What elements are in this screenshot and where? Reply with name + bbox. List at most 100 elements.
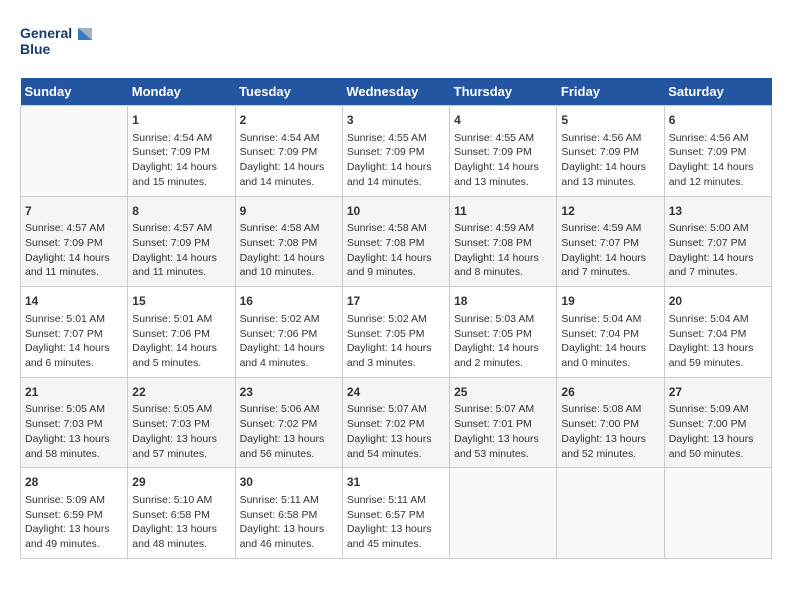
day-info: Daylight: 13 hours and 46 minutes. <box>240 523 325 550</box>
day-cell: 17Sunrise: 5:02 AMSunset: 7:05 PMDayligh… <box>342 287 449 378</box>
day-info: Sunset: 7:09 PM <box>669 146 747 158</box>
svg-text:Blue: Blue <box>20 41 51 57</box>
day-cell: 15Sunrise: 5:01 AMSunset: 7:06 PMDayligh… <box>128 287 235 378</box>
day-info: Sunrise: 5:10 AM <box>132 494 212 506</box>
header-cell-sunday: Sunday <box>21 78 128 106</box>
day-info: Sunrise: 4:59 AM <box>454 222 534 234</box>
day-info: Daylight: 13 hours and 56 minutes. <box>240 433 325 460</box>
day-info: Sunrise: 4:55 AM <box>347 132 427 144</box>
day-info: Sunrise: 5:09 AM <box>669 403 749 415</box>
day-info: Sunrise: 5:01 AM <box>25 313 105 325</box>
day-cell: 12Sunrise: 4:59 AMSunset: 7:07 PMDayligh… <box>557 196 664 287</box>
day-info: Sunset: 7:05 PM <box>347 328 425 340</box>
day-info: Sunrise: 5:01 AM <box>132 313 212 325</box>
day-info: Daylight: 14 hours and 8 minutes. <box>454 252 539 279</box>
day-cell: 26Sunrise: 5:08 AMSunset: 7:00 PMDayligh… <box>557 377 664 468</box>
week-row-4: 21Sunrise: 5:05 AMSunset: 7:03 PMDayligh… <box>21 377 772 468</box>
calendar-table: SundayMondayTuesdayWednesdayThursdayFrid… <box>20 78 772 559</box>
week-row-5: 28 Sunrise: 5:09 AM Sunset: 6:59 PM Dayligh… <box>21 468 772 559</box>
day-cell: 10 Sunrise: 4:58 AM Sunset: 7:08 PM Dayligh… <box>342 196 449 287</box>
day-info: Sunset: 6:59 PM <box>25 509 103 521</box>
day-cell: 13Sunrise: 5:00 AMSunset: 7:07 PMDayligh… <box>664 196 771 287</box>
day-info: Sunset: 7:05 PM <box>454 328 532 340</box>
day-cell: 6Sunrise: 4:56 AMSunset: 7:09 PMDaylight… <box>664 106 771 197</box>
day-info: Sunset: 7:00 PM <box>669 418 747 430</box>
day-info: Sunset: 7:09 PM <box>561 146 639 158</box>
day-cell: 28 Sunrise: 5:09 AM Sunset: 6:59 PM Dayligh… <box>21 468 128 559</box>
day-info: Sunrise: 5:09 AM <box>25 494 105 506</box>
day-number: 20 <box>669 293 767 310</box>
day-info: Sunset: 7:08 PM <box>347 237 425 249</box>
calendar-header: SundayMondayTuesdayWednesdayThursdayFrid… <box>21 78 772 106</box>
day-info: Daylight: 14 hours and 7 minutes. <box>561 252 646 279</box>
week-row-3: 14Sunrise: 5:01 AMSunset: 7:07 PMDayligh… <box>21 287 772 378</box>
day-cell: 23Sunrise: 5:06 AMSunset: 7:02 PMDayligh… <box>235 377 342 468</box>
day-info: Daylight: 14 hours and 4 minutes. <box>240 342 325 369</box>
day-info: Sunset: 7:01 PM <box>454 418 532 430</box>
day-info: Daylight: 13 hours and 57 minutes. <box>132 433 217 460</box>
day-info: Sunset: 6:57 PM <box>347 509 425 521</box>
day-info: Sunrise: 5:00 AM <box>669 222 749 234</box>
day-info: Daylight: 14 hours and 3 minutes. <box>347 342 432 369</box>
day-info: Daylight: 13 hours and 58 minutes. <box>25 433 110 460</box>
header-cell-friday: Friday <box>557 78 664 106</box>
day-cell: 19 Sunrise: 5:04 AM Sunset: 7:04 PM Dayligh… <box>557 287 664 378</box>
day-number: 10 <box>347 203 445 220</box>
day-info: Daylight: 13 hours and 49 minutes. <box>25 523 110 550</box>
day-cell: 20Sunrise: 5:04 AMSunset: 7:04 PMDayligh… <box>664 287 771 378</box>
day-info: Sunset: 7:09 PM <box>132 237 210 249</box>
day-number: 22 <box>132 384 230 401</box>
day-cell: 24Sunrise: 5:07 AMSunset: 7:02 PMDayligh… <box>342 377 449 468</box>
calendar-body: 1 Sunrise: 4:54 AM Sunset: 7:09 PM Daylight… <box>21 106 772 559</box>
day-info: Daylight: 14 hours and 9 minutes. <box>347 252 432 279</box>
day-info: Sunset: 7:09 PM <box>132 146 210 158</box>
day-number: 29 <box>132 474 230 491</box>
day-info: Sunset: 7:00 PM <box>561 418 639 430</box>
day-cell: 27Sunrise: 5:09 AMSunset: 7:00 PMDayligh… <box>664 377 771 468</box>
day-info: Sunrise: 4:54 AM <box>132 132 212 144</box>
day-cell: 31Sunrise: 5:11 AMSunset: 6:57 PMDayligh… <box>342 468 449 559</box>
day-number: 25 <box>454 384 552 401</box>
day-info: Daylight: 14 hours and 11 minutes. <box>25 252 110 279</box>
header-cell-saturday: Saturday <box>664 78 771 106</box>
day-number: 24 <box>347 384 445 401</box>
day-info: Sunrise: 4:58 AM <box>347 222 427 234</box>
day-info: Sunset: 7:07 PM <box>561 237 639 249</box>
day-number: 23 <box>240 384 338 401</box>
day-number: 19 <box>561 293 659 310</box>
day-number: 28 <box>25 474 123 491</box>
day-number: 15 <box>132 293 230 310</box>
day-info: Sunset: 7:09 PM <box>25 237 103 249</box>
day-info: Sunrise: 5:11 AM <box>240 494 319 506</box>
day-cell: 5Sunrise: 4:56 AMSunset: 7:09 PMDaylight… <box>557 106 664 197</box>
day-number: 1 <box>132 112 230 129</box>
day-info: Daylight: 14 hours and 0 minutes. <box>561 342 646 369</box>
day-number: 12 <box>561 203 659 220</box>
day-cell: 21Sunrise: 5:05 AMSunset: 7:03 PMDayligh… <box>21 377 128 468</box>
day-info: Sunset: 7:02 PM <box>347 418 425 430</box>
day-cell: 9Sunrise: 4:58 AMSunset: 7:08 PMDaylight… <box>235 196 342 287</box>
day-info: Sunset: 7:06 PM <box>240 328 318 340</box>
day-cell: 30Sunrise: 5:11 AMSunset: 6:58 PMDayligh… <box>235 468 342 559</box>
day-info: Sunset: 7:08 PM <box>240 237 318 249</box>
day-number: 21 <box>25 384 123 401</box>
day-number: 27 <box>669 384 767 401</box>
day-number: 3 <box>347 112 445 129</box>
day-number: 11 <box>454 203 552 220</box>
day-info: Sunrise: 5:07 AM <box>347 403 427 415</box>
header-cell-monday: Monday <box>128 78 235 106</box>
day-info: Sunrise: 5:05 AM <box>132 403 212 415</box>
day-info: Sunrise: 5:04 AM <box>561 313 641 325</box>
day-info: Daylight: 14 hours and 11 minutes. <box>132 252 217 279</box>
day-info: Sunrise: 4:56 AM <box>669 132 749 144</box>
header-cell-tuesday: Tuesday <box>235 78 342 106</box>
day-info: Daylight: 14 hours and 15 minutes. <box>132 161 217 188</box>
day-info: Daylight: 14 hours and 13 minutes. <box>454 161 539 188</box>
day-cell: 8Sunrise: 4:57 AMSunset: 7:09 PMDaylight… <box>128 196 235 287</box>
day-info: Sunset: 6:58 PM <box>240 509 318 521</box>
day-info: Sunset: 7:04 PM <box>561 328 639 340</box>
day-info: Sunset: 7:02 PM <box>240 418 318 430</box>
day-info: Sunset: 7:09 PM <box>240 146 318 158</box>
day-info: Sunrise: 4:58 AM <box>240 222 320 234</box>
logo: General Blue <box>20 20 100 68</box>
